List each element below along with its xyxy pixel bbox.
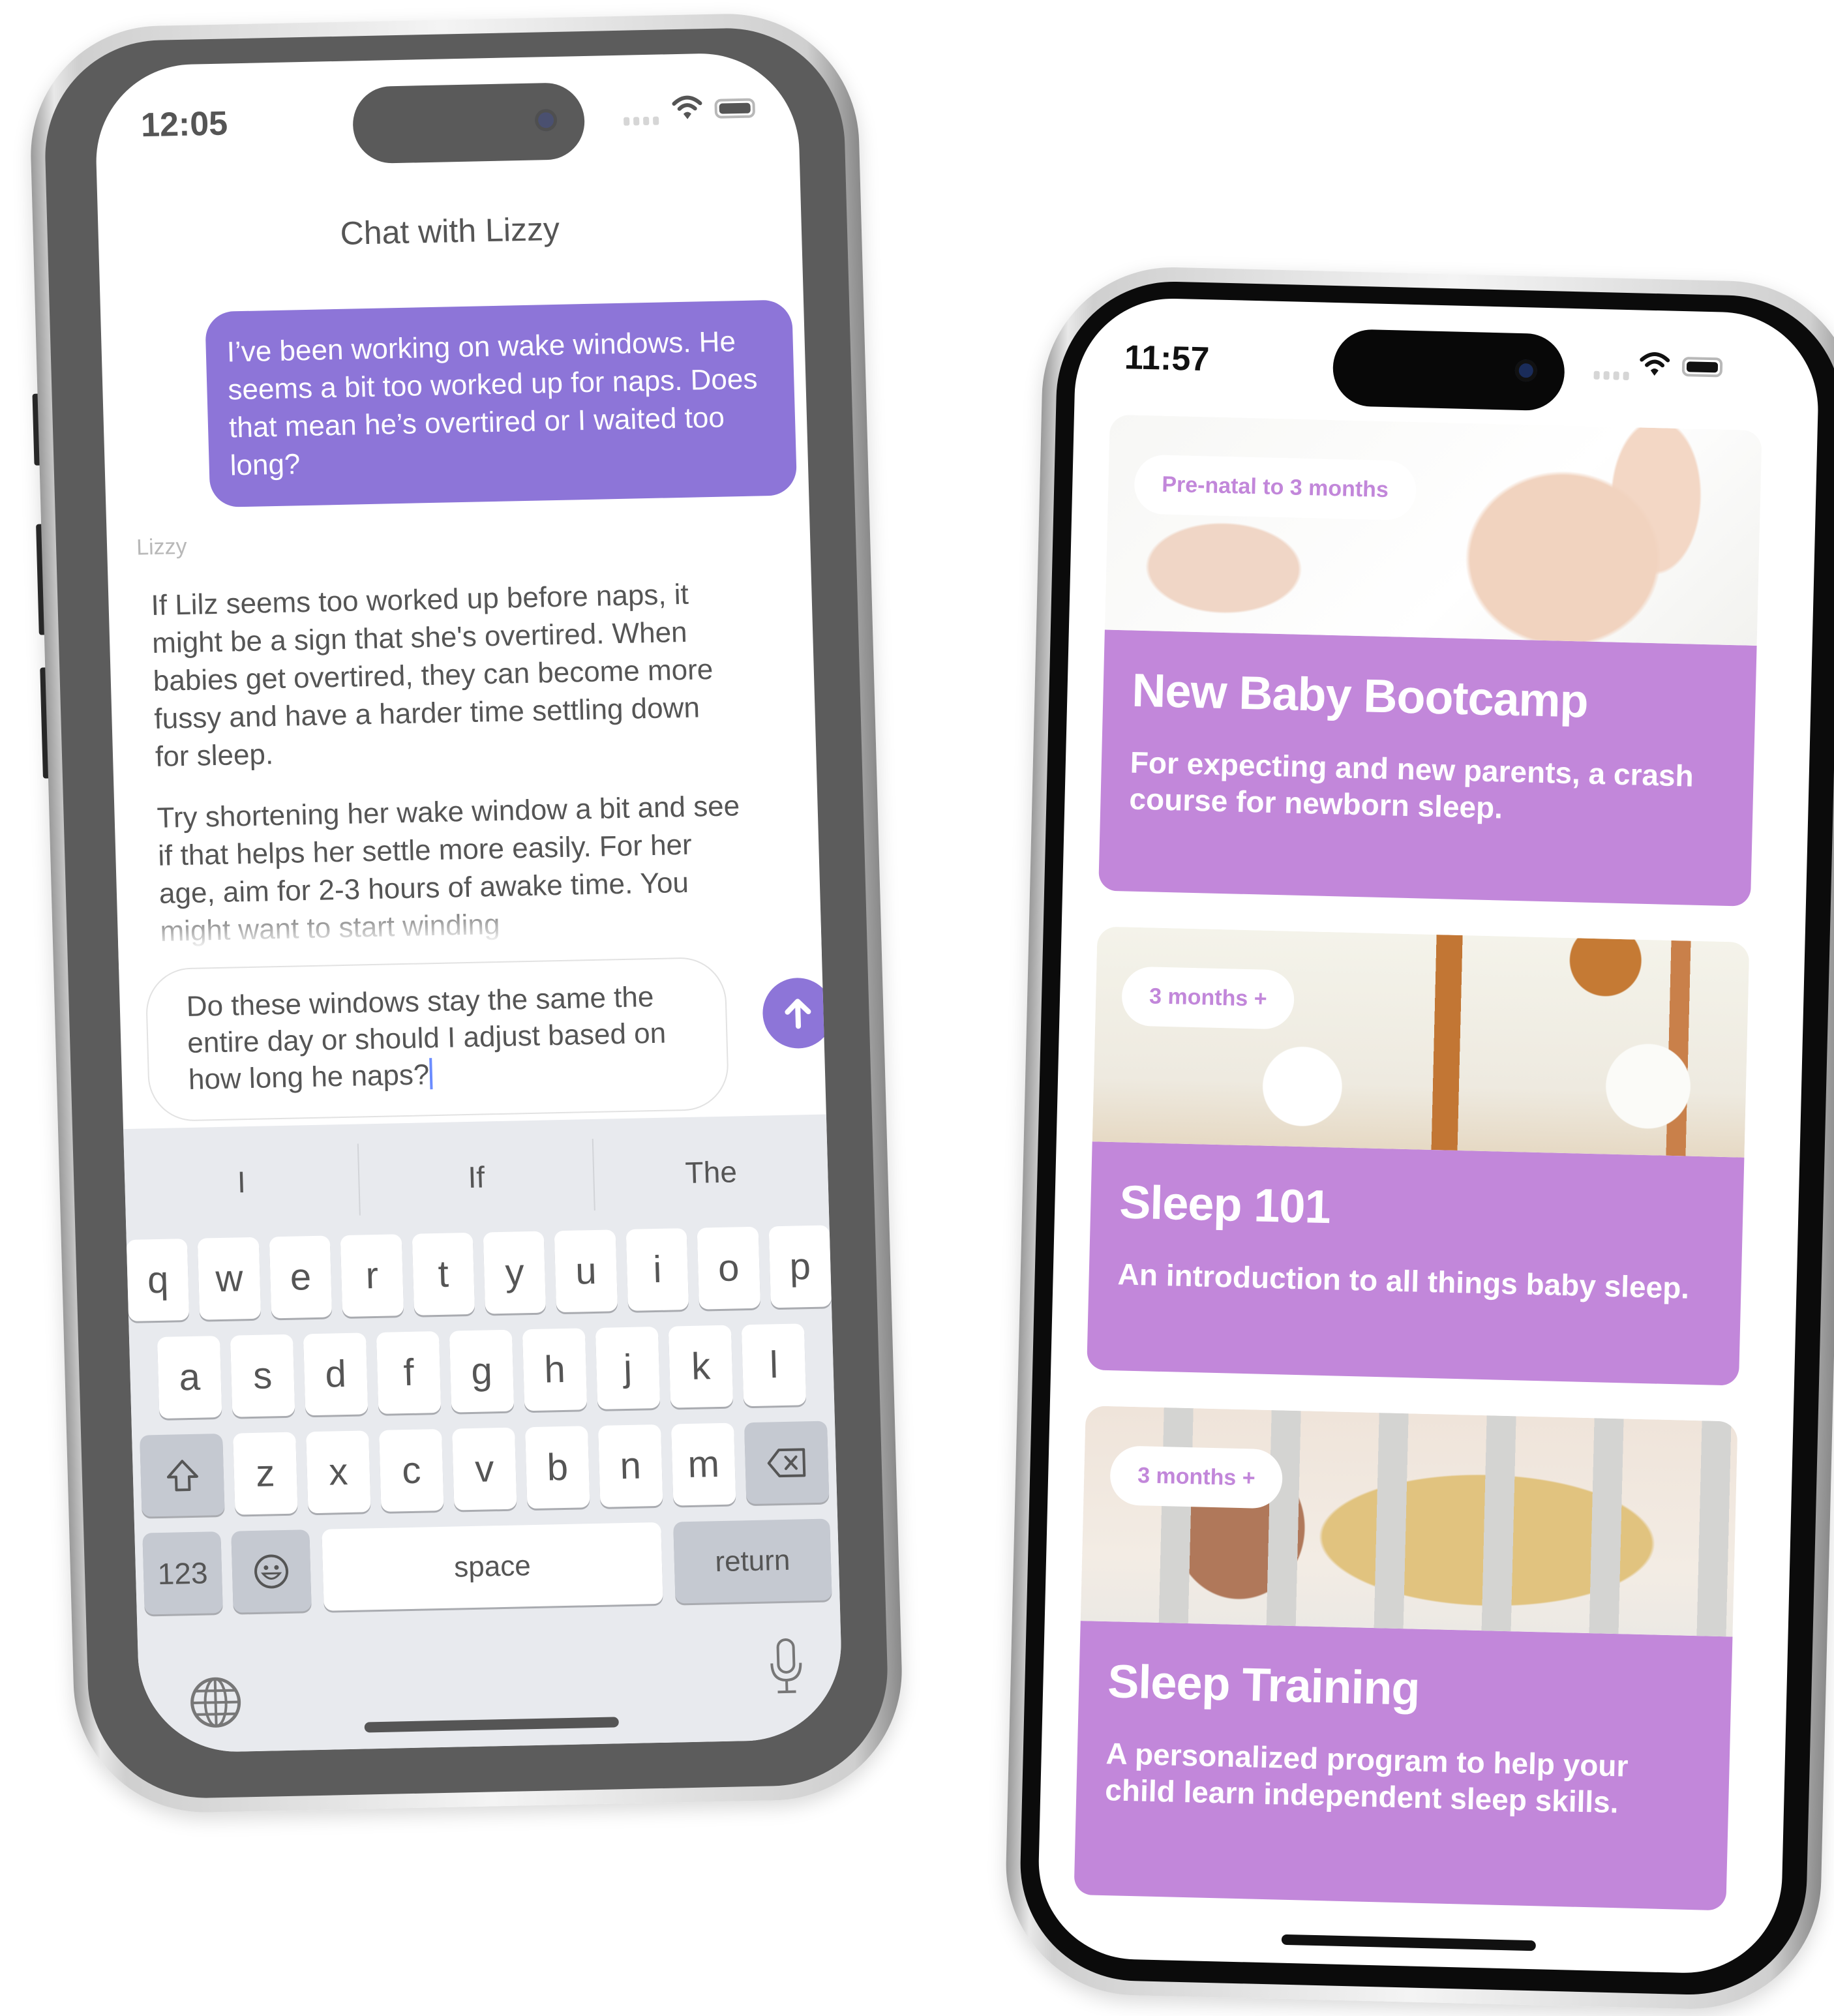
key-row-3: z x c v b n m bbox=[132, 1421, 837, 1517]
key-o[interactable]: o bbox=[697, 1226, 760, 1310]
program-card-body: Sleep 101 An introduction to all things … bbox=[1087, 1141, 1745, 1386]
key-s[interactable]: s bbox=[230, 1334, 295, 1417]
suggestion-3[interactable]: The bbox=[594, 1134, 829, 1210]
key-m[interactable]: m bbox=[671, 1422, 736, 1506]
age-badge: 3 months + bbox=[1121, 966, 1295, 1030]
program-card-body: New Baby Bootcamp For expecting and new … bbox=[1098, 629, 1757, 907]
home-indicator[interactable] bbox=[1281, 1934, 1536, 1951]
key-p[interactable]: p bbox=[768, 1225, 832, 1308]
key-r[interactable]: r bbox=[340, 1234, 404, 1317]
key-t[interactable]: t bbox=[412, 1232, 475, 1316]
key-i[interactable]: i bbox=[625, 1228, 689, 1311]
crib-mobile-photo: 3 months + bbox=[1092, 926, 1750, 1158]
program-title: Sleep Training bbox=[1107, 1655, 1421, 1715]
program-description: A personalized program to help your chil… bbox=[1104, 1736, 1629, 1820]
program-description: An introduction to all things baby sleep… bbox=[1117, 1257, 1690, 1305]
key-h[interactable]: h bbox=[522, 1328, 588, 1411]
program-card-sleep-101[interactable]: 3 months + Sleep 101 An introduction to … bbox=[1087, 926, 1750, 1386]
assistant-name-label: Lizzy bbox=[136, 534, 188, 560]
chat-title: Chat with Lizzy bbox=[339, 210, 560, 252]
keyboard: I If The q w e r t y u i o p a s d f g h… bbox=[123, 1114, 844, 1754]
key-z[interactable]: z bbox=[233, 1432, 298, 1515]
chat-screen: 12:05 Chat with Lizzy I’ve been working … bbox=[93, 52, 844, 1754]
wifi-icon bbox=[672, 95, 702, 119]
status-bar: 12:05 bbox=[94, 52, 800, 164]
dynamic-island bbox=[1332, 328, 1566, 412]
key-v[interactable]: v bbox=[452, 1427, 517, 1511]
key-b[interactable]: b bbox=[525, 1426, 590, 1509]
key-j[interactable]: j bbox=[595, 1326, 661, 1409]
age-badge: Pre-natal to 3 months bbox=[1134, 454, 1417, 521]
status-bar: 11:57 bbox=[1075, 296, 1820, 412]
program-card-body: Sleep Training A personalized program to… bbox=[1074, 1621, 1733, 1911]
message-input[interactable]: Do these windows stay the same the entir… bbox=[145, 956, 730, 1122]
space-key[interactable]: space bbox=[322, 1522, 663, 1611]
battery-icon bbox=[1681, 357, 1723, 378]
camera-icon bbox=[1514, 359, 1538, 382]
key-n[interactable]: n bbox=[598, 1424, 663, 1507]
program-card-new-baby-bootcamp[interactable]: Pre-natal to 3 months New Baby Bootcamp … bbox=[1098, 414, 1762, 907]
text-caret bbox=[429, 1058, 433, 1090]
program-title: New Baby Bootcamp bbox=[1131, 664, 1589, 728]
key-e[interactable]: e bbox=[269, 1235, 333, 1319]
signal-icon bbox=[624, 116, 659, 126]
camera-icon bbox=[534, 108, 558, 132]
key-g[interactable]: g bbox=[449, 1329, 515, 1413]
key-k[interactable]: k bbox=[668, 1325, 734, 1408]
newborn-photo: Pre-natal to 3 months bbox=[1104, 414, 1762, 646]
programs-screen: 11:57 Pre-natal to 3 months New Baby Boo… bbox=[1036, 296, 1821, 1976]
shift-key[interactable] bbox=[140, 1433, 225, 1517]
key-a[interactable]: a bbox=[157, 1336, 222, 1419]
delete-key[interactable] bbox=[744, 1421, 830, 1505]
return-key[interactable]: return bbox=[673, 1518, 832, 1604]
program-description: For expecting and new parents, a crash c… bbox=[1128, 745, 1694, 825]
program-title: Sleep 101 bbox=[1119, 1176, 1331, 1234]
key-c[interactable]: c bbox=[379, 1428, 444, 1512]
dynamic-island bbox=[352, 82, 586, 164]
backspace-icon bbox=[767, 1447, 805, 1477]
emoji-key[interactable] bbox=[231, 1529, 312, 1613]
keyboard-bottom-bar bbox=[138, 1636, 843, 1754]
message-input-value[interactable]: Do these windows stay the same the entir… bbox=[186, 981, 667, 1096]
status-time: 11:57 bbox=[1124, 339, 1210, 379]
suggestion-2[interactable]: If bbox=[358, 1138, 595, 1216]
wifi-icon bbox=[1640, 352, 1670, 376]
key-d[interactable]: d bbox=[303, 1332, 368, 1416]
status-time: 12:05 bbox=[140, 104, 228, 145]
numbers-key[interactable]: 123 bbox=[142, 1531, 223, 1615]
programs-phone: 11:57 Pre-natal to 3 months New Baby Boo… bbox=[1002, 264, 1834, 2012]
key-l[interactable]: l bbox=[741, 1323, 807, 1407]
age-badge: 3 months + bbox=[1109, 1445, 1284, 1509]
emoji-icon bbox=[254, 1554, 289, 1588]
key-w[interactable]: w bbox=[198, 1237, 262, 1320]
key-q[interactable]: q bbox=[126, 1239, 190, 1321]
key-row-1: q w e r t y u i o p bbox=[126, 1225, 832, 1321]
key-row-4: 123 space return bbox=[134, 1518, 839, 1615]
suggestion-1[interactable]: I bbox=[123, 1143, 361, 1221]
key-y[interactable]: y bbox=[483, 1231, 547, 1314]
key-u[interactable]: u bbox=[554, 1229, 618, 1313]
user-message-bubble: I’ve been working on wake windows. He se… bbox=[205, 299, 798, 508]
shift-icon bbox=[166, 1459, 198, 1491]
microphone-icon[interactable] bbox=[766, 1636, 807, 1696]
assistant-paragraph: If Lilz seems too worked up before naps,… bbox=[150, 578, 714, 773]
globe-icon[interactable] bbox=[187, 1674, 243, 1730]
signal-icon bbox=[1593, 370, 1629, 381]
key-row-2: a s d f g h j k l bbox=[129, 1323, 834, 1419]
arrow-up-icon bbox=[785, 999, 811, 1029]
program-card-sleep-training[interactable]: 3 months + Sleep Training A personalized… bbox=[1074, 1406, 1738, 1911]
predictive-bar: I If The bbox=[123, 1134, 829, 1221]
key-x[interactable]: x bbox=[306, 1430, 371, 1514]
sleeping-baby-crib-photo: 3 months + bbox=[1080, 1406, 1738, 1637]
battery-icon bbox=[714, 98, 756, 119]
chat-phone: 12:05 Chat with Lizzy I’ve been working … bbox=[27, 11, 906, 1815]
key-f[interactable]: f bbox=[376, 1331, 442, 1414]
